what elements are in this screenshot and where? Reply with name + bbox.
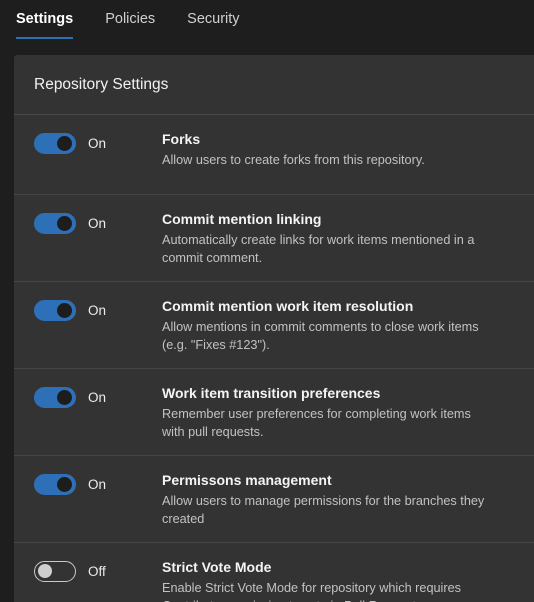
toggle-cell: On (34, 129, 162, 154)
setting-row-commit-mention-work-item-resolution: On Commit mention work item resolution A… (14, 282, 534, 369)
setting-description: Automatically create links for work item… (162, 232, 475, 265)
setting-description: Remember user preferences for completing… (162, 406, 471, 439)
setting-text: Permissons management Allow users to man… (162, 470, 516, 528)
setting-title: Permissons management (162, 471, 332, 488)
setting-title: Work item transition preferences (162, 384, 381, 401)
setting-row-forks: On Forks Allow users to create forks fro… (14, 115, 534, 195)
toggle-commit-mention-work-item-resolution[interactable] (34, 299, 76, 321)
setting-text: Work item transition preferences Remembe… (162, 383, 516, 441)
toggle-state-label: On (88, 302, 107, 318)
setting-text: Forks Allow users to create forks from t… (162, 129, 516, 169)
setting-title: Forks (162, 131, 201, 147)
panel-header: Repository Settings (14, 55, 534, 115)
tab-bar: Settings Policies Security (0, 0, 534, 52)
toggle-knob-icon (38, 564, 52, 579)
toggle-knob-icon (57, 476, 72, 492)
toggle-cell: On (34, 470, 162, 495)
setting-description: Allow users to create forks from this re… (162, 152, 425, 167)
toggle-cell: On (34, 209, 162, 234)
toggle-forks[interactable] (34, 133, 76, 154)
settings-list: On Forks Allow users to create forks fro… (14, 115, 534, 602)
toggle-knob-icon (57, 136, 72, 151)
toggle-state-label: On (88, 476, 107, 492)
toggle-knob-icon (57, 216, 72, 231)
setting-row-commit-mention-linking: On Commit mention linking Automatically … (14, 195, 534, 282)
toggle-strict-vote-mode[interactable] (34, 560, 76, 582)
setting-description: Allow users to manage permissions for th… (162, 493, 485, 526)
toggle-state-label: On (88, 216, 107, 231)
tab-policies-label: Policies (105, 11, 156, 27)
toggle-knob-icon (57, 302, 72, 318)
tab-security[interactable]: Security (185, 8, 251, 39)
setting-title: Strict Vote Mode (162, 558, 272, 575)
toggle-state-label: Off (88, 563, 106, 579)
tab-settings-label: Settings (16, 11, 74, 27)
toggle-permissions-management[interactable] (34, 473, 76, 495)
setting-description: Allow mentions in commit comments to clo… (162, 319, 479, 352)
tab-security-label: Security (187, 11, 240, 27)
tab-policies[interactable]: Policies (103, 8, 167, 39)
page-title: Repository Settings (34, 75, 169, 93)
setting-title: Commit mention linking (162, 211, 322, 227)
setting-description: Enable Strict Vote Mode for repository w… (162, 580, 462, 602)
toggle-state-label: On (88, 389, 107, 405)
toggle-commit-mention-linking[interactable] (34, 213, 76, 234)
toggle-work-item-transition-preferences[interactable] (34, 386, 76, 408)
setting-title: Commit mention work item resolution (162, 297, 414, 314)
tab-active-indicator (16, 37, 74, 39)
toggle-state-label: On (88, 136, 107, 151)
tab-settings[interactable]: Settings (14, 8, 85, 39)
toggle-cell: On (34, 383, 162, 408)
setting-row-work-item-transition-preferences: On Work item transition preferences Reme… (14, 369, 534, 456)
toggle-cell: Off (34, 557, 162, 582)
setting-text: Commit mention work item resolution Allo… (162, 296, 516, 354)
setting-row-strict-vote-mode: Off Strict Vote Mode Enable Strict Vote … (14, 543, 534, 602)
repository-settings-panel: Repository Settings On Forks Allow users… (14, 55, 534, 602)
setting-text: Commit mention linking Automatically cre… (162, 209, 516, 267)
toggle-knob-icon (57, 389, 72, 405)
setting-row-permissions-management: On Permissons management Allow users to … (14, 456, 534, 543)
setting-text: Strict Vote Mode Enable Strict Vote Mode… (162, 557, 516, 602)
toggle-cell: On (34, 296, 162, 321)
